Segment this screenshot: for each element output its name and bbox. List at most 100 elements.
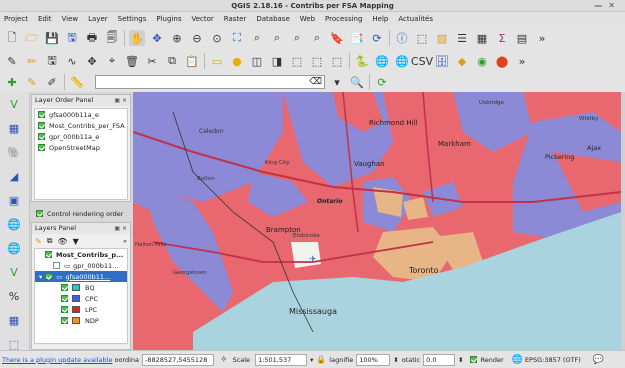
- panel-float-close-icon[interactable]: ▣ ✕: [114, 223, 127, 234]
- open-styling-icon[interactable]: ✎: [35, 237, 42, 246]
- rotation-spin-icon[interactable]: ⬍: [458, 356, 463, 364]
- list-item[interactable]: gpr_000b11a_e: [35, 131, 127, 142]
- checkbox[interactable]: [38, 133, 45, 140]
- menu-edit[interactable]: Edit: [38, 15, 52, 23]
- web-tool-icon[interactable]: 🌐: [374, 53, 390, 69]
- add-virtual-icon[interactable]: ▦: [6, 312, 22, 328]
- add-wfs-icon[interactable]: 🌐: [6, 240, 22, 256]
- zoom-last-icon[interactable]: ⌕: [289, 30, 305, 46]
- toggle-extents-icon[interactable]: ✧: [220, 355, 228, 365]
- save-edits-icon[interactable]: 🖫: [44, 53, 60, 69]
- search-icon[interactable]: 🔍: [349, 74, 365, 90]
- checkbox[interactable]: [61, 306, 68, 313]
- checkbox[interactable]: [36, 210, 43, 217]
- add-spatialite-icon[interactable]: ◢: [6, 168, 22, 184]
- menu-database[interactable]: Database: [256, 15, 289, 23]
- checkbox[interactable]: [53, 262, 60, 269]
- zoom-layer-icon[interactable]: ⌕: [269, 30, 285, 46]
- zoom-full-icon[interactable]: ⛶: [229, 30, 245, 46]
- add-vector-icon[interactable]: V: [6, 96, 22, 112]
- layer-style-icon[interactable]: ◉: [474, 53, 490, 69]
- more-layers-icon[interactable]: »: [123, 237, 127, 245]
- legend-item[interactable]: CPC: [35, 293, 127, 304]
- add-delimited-icon[interactable]: %: [6, 288, 22, 304]
- menu-actualites[interactable]: Actualités: [398, 15, 433, 23]
- checkbox[interactable]: [61, 317, 68, 324]
- web-tool-2-icon[interactable]: 🌐: [394, 53, 410, 69]
- menu-view[interactable]: View: [62, 15, 79, 23]
- rotate-label-icon[interactable]: ⬚: [309, 53, 325, 69]
- filter-icon[interactable]: ▼: [73, 237, 79, 246]
- measure-icon[interactable]: ▤: [514, 30, 530, 46]
- visibility-icon[interactable]: 👁: [57, 237, 67, 246]
- identify-icon[interactable]: ⓘ: [394, 30, 410, 46]
- rotation-field[interactable]: 0.0: [423, 353, 456, 366]
- print-composer-icon[interactable]: 🖶: [84, 30, 100, 46]
- magnifier-field[interactable]: 100%: [356, 353, 391, 366]
- layer-item[interactable]: ▭ gpr_000b11...: [35, 260, 127, 271]
- legend-item[interactable]: BQ: [35, 282, 127, 293]
- copy-features-icon[interactable]: ⧉: [164, 53, 180, 69]
- ref-icon[interactable]: ⬤: [494, 53, 510, 69]
- map-canvas[interactable]: Caledon Brampton Vaughan Richmond Hill M…: [133, 92, 621, 350]
- add-wcs-icon[interactable]: V: [6, 264, 22, 280]
- statistics-icon[interactable]: Σ: [494, 30, 510, 46]
- control-rendering-order[interactable]: Control rendering order: [33, 208, 123, 219]
- remove-layer-icon[interactable]: ✎: [24, 74, 40, 90]
- digitize-icon[interactable]: ✐: [44, 74, 60, 90]
- panel-float-close-icon[interactable]: ▣ ✕: [114, 95, 127, 106]
- deselect-icon[interactable]: ▨: [434, 30, 450, 46]
- checkbox[interactable]: [38, 111, 45, 118]
- zoom-selection-icon[interactable]: ⌕: [249, 30, 265, 46]
- dropdown-icon[interactable]: ▾: [329, 74, 345, 90]
- show-bookmarks-icon[interactable]: 📑: [349, 30, 365, 46]
- checkbox[interactable]: [61, 284, 68, 291]
- checkbox[interactable]: [38, 122, 45, 129]
- change-label-icon[interactable]: ⬚: [329, 53, 345, 69]
- refresh-icon[interactable]: ⟳: [369, 30, 385, 46]
- toggle-editing-icon[interactable]: ✏: [24, 53, 40, 69]
- collapse-arrow-icon[interactable]: ▾: [39, 273, 42, 281]
- crs-label[interactable]: EPSG:3857 (OTF): [525, 356, 581, 364]
- render-checkbox[interactable]: [469, 356, 477, 363]
- coordinate-field[interactable]: -8828527,5455128: [142, 353, 215, 366]
- list-item[interactable]: gfsa000b11a_e: [35, 109, 127, 120]
- new-project-icon[interactable]: 🗋: [4, 30, 20, 46]
- menu-plugins[interactable]: Plugins: [156, 15, 181, 23]
- more-tools-2-icon[interactable]: »: [514, 53, 530, 69]
- search-input[interactable]: ⌫: [95, 75, 325, 89]
- menu-processing[interactable]: Processing: [325, 15, 362, 23]
- checkbox[interactable]: [61, 295, 68, 302]
- magnifier-spin-icon[interactable]: ⬍: [393, 356, 398, 364]
- scale-field[interactable]: 1:501,537: [255, 353, 308, 366]
- plugin-update-link[interactable]: There is a plugin update available: [2, 356, 112, 364]
- right-scrollbar[interactable]: [621, 92, 625, 350]
- list-item[interactable]: OpenStreetMap: [35, 142, 127, 153]
- zoom-next-icon[interactable]: ⌕: [309, 30, 325, 46]
- menu-vector[interactable]: Vector: [191, 15, 213, 23]
- add-postgis-icon[interactable]: 🐘: [6, 144, 22, 160]
- show-labels-icon[interactable]: ◨: [269, 53, 285, 69]
- add-feature-icon[interactable]: ∿: [64, 53, 80, 69]
- menu-project[interactable]: Project: [4, 15, 28, 23]
- layer-labeling-icon[interactable]: ●: [229, 53, 245, 69]
- pan-icon[interactable]: ✋: [129, 30, 145, 46]
- add-raster-icon[interactable]: ▦: [6, 120, 22, 136]
- plugin-icon[interactable]: ◆: [454, 53, 470, 69]
- pin-labels-icon[interactable]: ◫: [249, 53, 265, 69]
- zoom-out-icon[interactable]: ⊖: [189, 30, 205, 46]
- move-feature-icon[interactable]: ✥: [84, 53, 100, 69]
- window-controls[interactable]: —✕: [594, 0, 621, 12]
- select-location-icon[interactable]: ☰: [454, 30, 470, 46]
- new-bookmark-icon[interactable]: 🔖: [329, 30, 345, 46]
- csv-icon[interactable]: CSV: [411, 53, 433, 69]
- refresh-green-icon[interactable]: ⟳: [374, 74, 390, 90]
- paste-features-icon[interactable]: 📋: [184, 53, 200, 69]
- menu-settings[interactable]: Settings: [118, 15, 147, 23]
- add-wms-icon[interactable]: 🌐: [6, 216, 22, 232]
- label-tool-icon[interactable]: ▭: [209, 53, 225, 69]
- lock-scale-icon[interactable]: 🔒: [316, 355, 326, 364]
- add-group-icon[interactable]: ⧉: [47, 236, 53, 246]
- menu-raster[interactable]: Raster: [224, 15, 247, 23]
- list-item[interactable]: Most_Contribs_per_FSA: [35, 120, 127, 131]
